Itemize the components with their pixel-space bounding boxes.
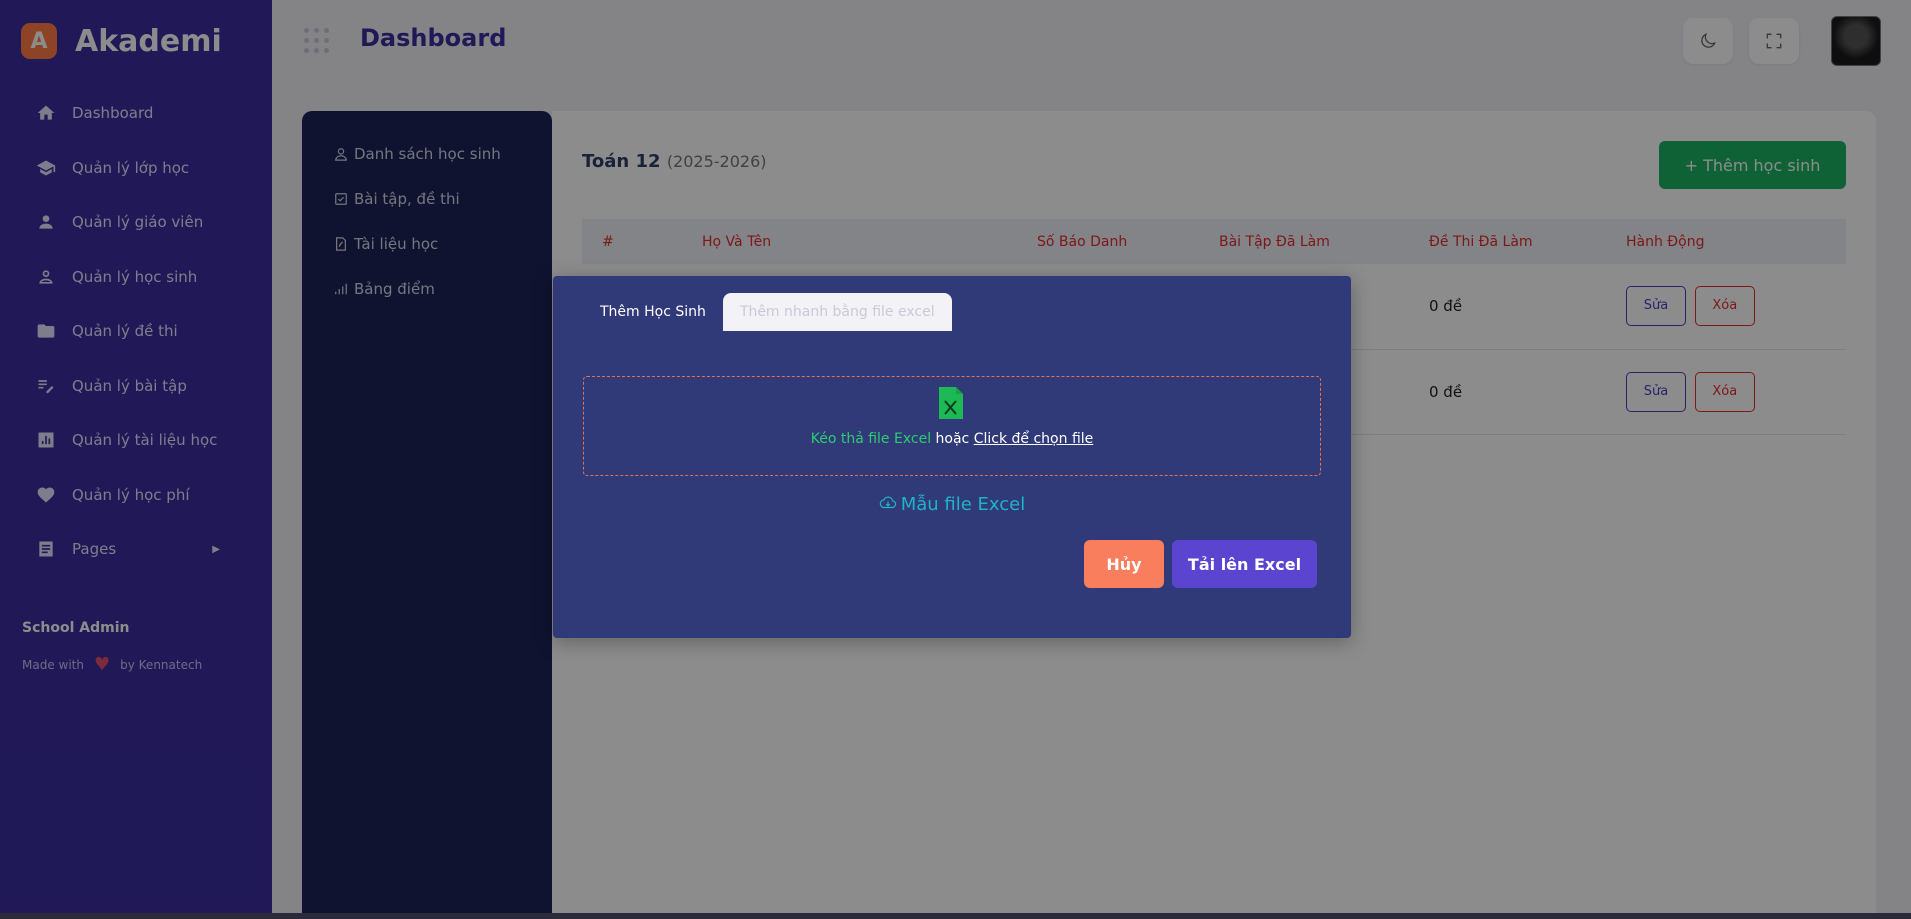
upload-excel-button[interactable]: Tải lên Excel [1172, 540, 1317, 588]
excel-dropzone[interactable]: Kéo thả file Excel hoặc Click để chọn fi… [583, 376, 1321, 476]
bottom-strip [0, 913, 1911, 919]
modal-tabs: Thêm Học Sinh Thêm nhanh bằng file excel [583, 293, 952, 331]
add-student-modal: Thêm Học Sinh Thêm nhanh bằng file excel… [553, 276, 1351, 638]
dropzone-text: Kéo thả file Excel hoặc Click để chọn fi… [584, 431, 1320, 447]
excel-file-icon [939, 387, 963, 419]
template-link-label: Mẫu file Excel [900, 494, 1026, 515]
tab-add-student[interactable]: Thêm Học Sinh [583, 293, 723, 331]
choose-file-link[interactable]: Click để chọn file [974, 431, 1094, 447]
cancel-button[interactable]: Hủy [1084, 540, 1164, 588]
download-template-link[interactable]: Mẫu file Excel [553, 494, 1351, 515]
cloud-download-icon [879, 496, 896, 509]
tab-add-excel[interactable]: Thêm nhanh bằng file excel [722, 293, 952, 331]
or-text: hoặc [931, 431, 974, 447]
drag-drop-text: Kéo thả file Excel [810, 431, 932, 447]
